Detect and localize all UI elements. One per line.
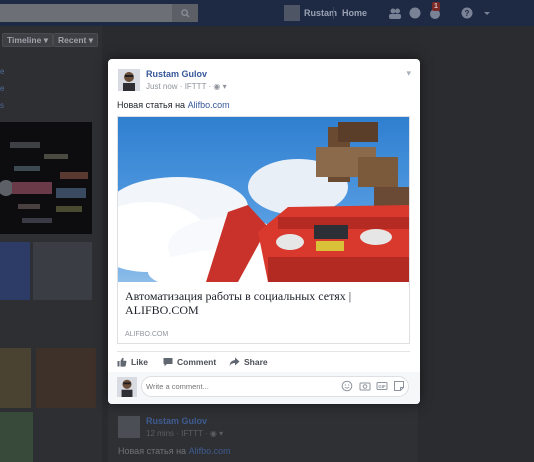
wordcloud-image [0,122,92,234]
user-photo [118,69,140,91]
link-preview-title[interactable]: Автоматизация работы в социальных сетях … [125,289,403,317]
gif-icon[interactable]: GIF [376,380,388,392]
camera-icon[interactable] [359,380,371,392]
link-preview-card[interactable]: Автоматизация работы в социальных сетях … [117,116,410,344]
transformer-car-image [118,117,409,282]
nav-home-link[interactable]: Home [342,8,367,18]
notification-badge: 1 [432,2,440,11]
sidebar-photo[interactable] [0,242,30,300]
nav-avatar[interactable] [284,5,300,21]
post-meta: Just now · IFTTT · ◉ ▾ [146,82,227,91]
post-text: Новая статья на Alifbo.com [117,100,230,110]
link-preview-domain: ALIFBO.COM [125,331,169,338]
user-photo [117,377,137,397]
privacy-globe-icon[interactable]: ◉ ▾ [213,82,226,91]
thumbs-up-icon [117,357,127,367]
account-menu-icon[interactable] [480,6,494,20]
via-app[interactable]: IFTTT [185,82,207,91]
sidebar-photo[interactable] [0,348,31,408]
sidebar-photo[interactable] [33,242,92,300]
comment-icon [163,358,173,367]
sidebar-link[interactable]: s [0,101,4,110]
svg-text:?: ? [465,9,470,18]
post-meta: 12 mins · IFTTT · ◉ ▾ [146,429,224,438]
share-button[interactable]: Share [229,355,268,369]
sidebar-photo-wordcloud[interactable] [0,122,92,234]
svg-text:GIF: GIF [378,384,386,389]
like-button[interactable]: Like [117,355,148,369]
sidebar-photo[interactable] [36,348,96,408]
post-options-chevron-icon[interactable]: ▾ [406,68,411,79]
comment-button[interactable]: Comment [163,355,216,369]
emoji-icon[interactable] [341,380,353,392]
timeline-dropdown[interactable]: Timeline ▾ [2,33,53,47]
divider [117,351,410,352]
share-arrow-icon [229,357,240,366]
search-icon [180,8,190,18]
avatar[interactable] [117,377,137,397]
link-preview-image[interactable] [118,117,409,282]
timestamp[interactable]: Just now [146,82,178,91]
author-name[interactable]: Rustam Gulov [146,69,207,79]
post-text-link[interactable]: Alifbo.com [188,100,230,110]
post-modal: Rustam Gulov Just now · IFTTT · ◉ ▾ ▾ Но… [108,59,420,404]
sidebar-photo[interactable] [0,412,33,462]
right-column [420,26,534,462]
help-icon[interactable]: ? [460,6,474,20]
sidebar-link[interactable]: e [0,84,4,93]
search-input[interactable] [0,4,198,22]
avatar[interactable] [118,69,140,91]
search-button[interactable] [172,4,198,22]
sidebar-link[interactable]: e [0,67,4,76]
author-name[interactable]: Rustam Gulov [146,416,207,426]
nav-separator [333,7,334,19]
recent-dropdown[interactable]: Recent ▾ [53,33,98,47]
sticker-icon[interactable] [393,380,405,392]
friend-requests-icon[interactable] [388,6,402,20]
avatar[interactable] [118,416,140,438]
post-text: Новая статья на Alifbo.com [118,446,231,456]
messages-icon[interactable] [408,6,422,20]
